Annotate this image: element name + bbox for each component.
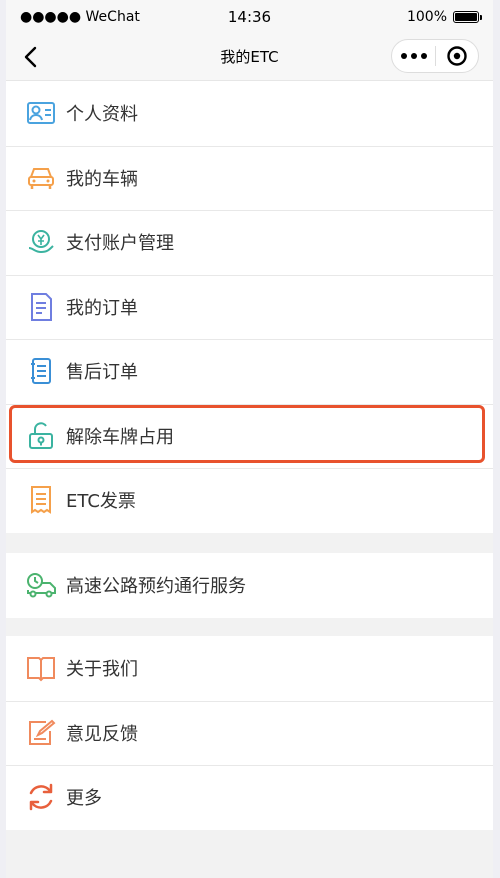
menu-item-my-orders[interactable]: 我的订单 [6, 274, 493, 340]
menu-item-label: 高速公路预约通行服务 [66, 576, 246, 598]
menu-item-label: 我的车辆 [66, 168, 138, 190]
menu-item-label: ETC发票 [66, 491, 136, 513]
menu-item-profile[interactable]: 个人资料 [6, 81, 493, 146]
phone-screen: ●●●●● WeChat 14:36 100% 我的ETC 个人资料 我的车辆 … [6, 0, 493, 878]
feedback-edit-icon [24, 716, 58, 750]
menu-group-about: 关于我们 意见反馈 更多 [6, 636, 493, 830]
menu-group-highway: 高速公路预约通行服务 [6, 553, 493, 618]
menu-item-label: 个人资料 [66, 104, 138, 126]
menu-item-payment-account[interactable]: 支付账户管理 [6, 210, 493, 275]
menu-item-etc-invoice[interactable]: ETC发票 [6, 468, 493, 533]
menu-item-label: 支付账户管理 [66, 233, 174, 255]
menu-item-label: 意见反馈 [66, 723, 138, 745]
book-icon [24, 651, 58, 685]
close-miniprogram-button[interactable] [436, 45, 478, 67]
refresh-more-icon [24, 780, 58, 814]
menu-item-label: 售后订单 [66, 362, 138, 384]
navigation-bar: 我的ETC [6, 34, 493, 81]
menu-item-my-vehicle[interactable]: 我的车辆 [6, 145, 493, 211]
menu-item-release-plate[interactable]: 解除车牌占用 [6, 403, 493, 469]
menu-item-more[interactable]: 更多 [6, 765, 493, 830]
invoice-icon [24, 483, 58, 517]
more-button[interactable] [392, 53, 435, 59]
menu-item-label: 解除车牌占用 [66, 426, 174, 448]
menu-item-about-us[interactable]: 关于我们 [6, 636, 493, 701]
status-bar: ●●●●● WeChat 14:36 100% [6, 0, 493, 34]
order-document-icon [24, 290, 58, 324]
yuan-payment-icon [24, 225, 58, 259]
profile-card-icon [24, 96, 58, 130]
miniprogram-capsule [391, 39, 479, 73]
menu-item-label: 关于我们 [66, 659, 138, 681]
truck-clock-icon [24, 568, 58, 602]
menu-item-highway-reservation[interactable]: 高速公路预约通行服务 [6, 553, 493, 618]
car-icon [24, 161, 58, 195]
menu-item-label: 更多 [66, 788, 102, 810]
battery-percent: 100% [406, 9, 447, 25]
menu-group-account: 个人资料 我的车辆 支付账户管理 我的订单 售后订单 解除车牌占用 ETC发票 [6, 81, 493, 533]
menu-item-label: 我的订单 [66, 297, 138, 319]
unlock-icon [24, 419, 58, 453]
menu-item-feedback[interactable]: 意见反馈 [6, 700, 493, 766]
menu-item-after-sale-orders[interactable]: 售后订单 [6, 339, 493, 404]
target-close-icon [447, 46, 467, 66]
battery-indicator: 100% [406, 9, 482, 25]
battery-icon [453, 11, 482, 23]
after-sale-list-icon [24, 354, 58, 388]
